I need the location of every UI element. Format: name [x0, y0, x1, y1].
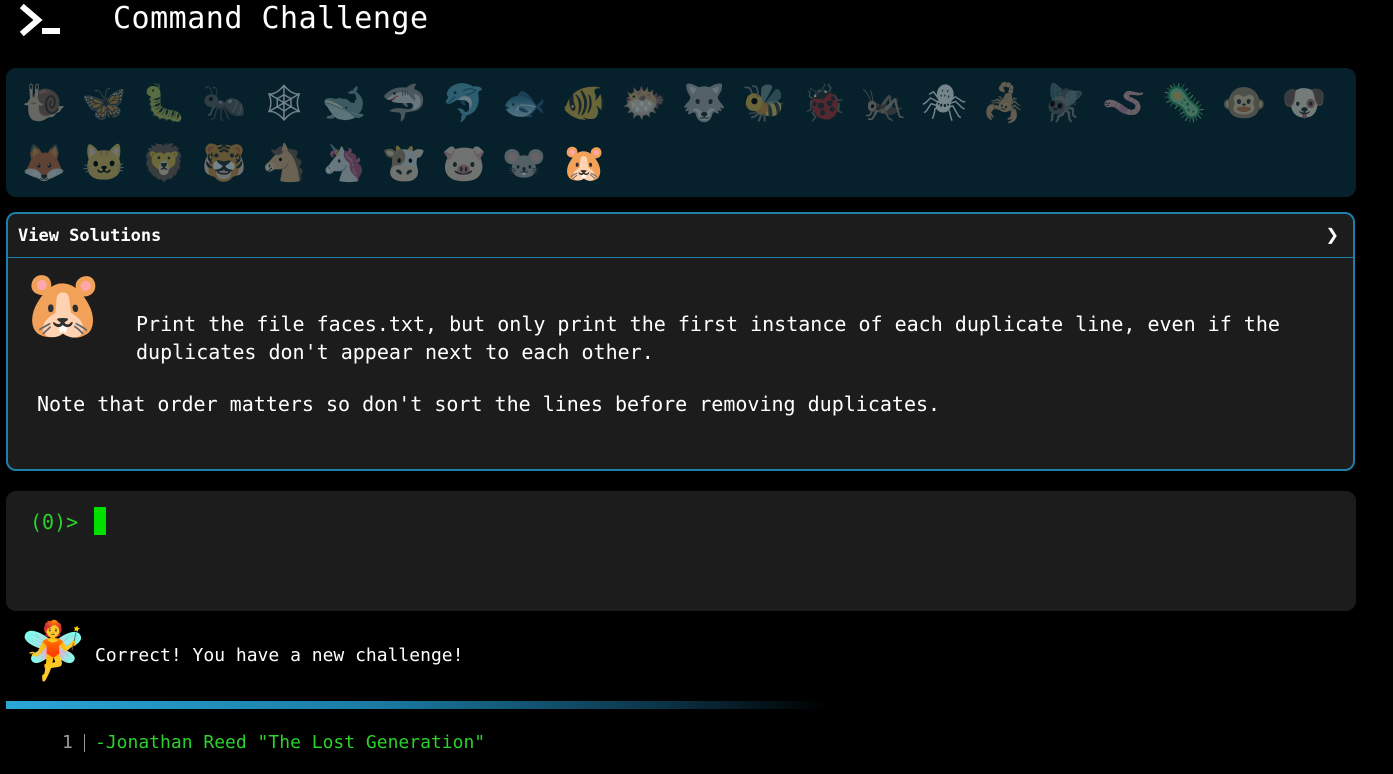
line-separator: [84, 734, 85, 752]
view-solutions-label: View Solutions: [18, 225, 162, 246]
mouse-icon[interactable]: 🐭: [494, 134, 554, 194]
animal-challenge-bar: 🐌 🦋 🐛 🐜 🕸 🐋 🦈 🐬 🐟 🐠 🐡 🐺 🐝 🐞 🦗 🕷 🦂 🪰 🪱 🦠 🐵 🐶 🦊 🐱 🦁 🐯 🐴 🦄 🐮 🐷 🐭 🐹: [6, 68, 1356, 197]
worm-icon[interactable]: 🪱: [1094, 74, 1154, 134]
chevron-right-icon: ❯: [1325, 223, 1339, 248]
lion-icon[interactable]: 🦁: [134, 134, 194, 194]
cat-icon[interactable]: 🐱: [74, 134, 134, 194]
header: Command Challenge: [0, 0, 1393, 60]
fairy-icon: 🧚: [18, 619, 88, 684]
challenge-note: Note that order matters so don't sort th…: [37, 392, 941, 416]
monkey-icon[interactable]: 🐵: [1214, 74, 1274, 134]
ladybug-icon[interactable]: 🐞: [794, 74, 854, 134]
terminal-cursor: [94, 507, 106, 535]
snail-icon[interactable]: 🐌: [14, 74, 74, 134]
blowfish-icon[interactable]: 🐡: [614, 74, 674, 134]
scorpion-icon[interactable]: 🦂: [974, 74, 1034, 134]
terminal-prompt: (0)>: [30, 510, 79, 534]
dolphin-icon[interactable]: 🐬: [434, 74, 494, 134]
terminal-input[interactable]: (0)>: [6, 491, 1356, 611]
wolf-icon[interactable]: 🐺: [674, 74, 734, 134]
cow-icon[interactable]: 🐮: [374, 134, 434, 194]
progress-bar: [6, 701, 826, 709]
line-number: 1: [62, 732, 73, 753]
fox-icon[interactable]: 🦊: [14, 134, 74, 194]
hamster-icon[interactable]: 🐹: [554, 134, 614, 194]
ant-icon[interactable]: 🐜: [194, 74, 254, 134]
dog-icon[interactable]: 🐶: [1274, 74, 1334, 134]
feedback-message: Correct! You have a new challenge!: [95, 645, 464, 666]
terminal-prompt-icon[interactable]: [20, 4, 64, 38]
spider-icon[interactable]: 🕷: [914, 74, 974, 134]
bee-icon[interactable]: 🐝: [734, 74, 794, 134]
challenge-panel: View Solutions ❯ 🐹 Print the file faces.…: [6, 212, 1355, 471]
tiger-icon[interactable]: 🐯: [194, 134, 254, 194]
view-solutions-toggle[interactable]: View Solutions ❯: [8, 214, 1353, 258]
tropical-fish-icon[interactable]: 🐠: [554, 74, 614, 134]
challenge-description: Print the file faces.txt, but only print…: [136, 312, 1280, 364]
spider-web-icon[interactable]: 🕸: [254, 74, 314, 134]
butterfly-icon[interactable]: 🦋: [74, 74, 134, 134]
shark-icon[interactable]: 🦈: [374, 74, 434, 134]
fish-icon[interactable]: 🐟: [494, 74, 554, 134]
microbe-icon[interactable]: 🦠: [1154, 74, 1214, 134]
fly-icon[interactable]: 🪰: [1034, 74, 1094, 134]
caterpillar-icon[interactable]: 🐛: [134, 74, 194, 134]
output-text: -Jonathan Reed "The Lost Generation": [95, 732, 486, 753]
pig-icon[interactable]: 🐷: [434, 134, 494, 194]
output-line: 1 -Jonathan Reed "The Lost Generation": [0, 728, 1393, 758]
page-title: Command Challenge: [113, 1, 429, 36]
whale-icon[interactable]: 🐋: [314, 74, 374, 134]
horse-icon[interactable]: 🐴: [254, 134, 314, 194]
cricket-icon[interactable]: 🦗: [854, 74, 914, 134]
unicorn-icon[interactable]: 🦄: [314, 134, 374, 194]
hamster-icon: 🐹: [22, 266, 105, 343]
